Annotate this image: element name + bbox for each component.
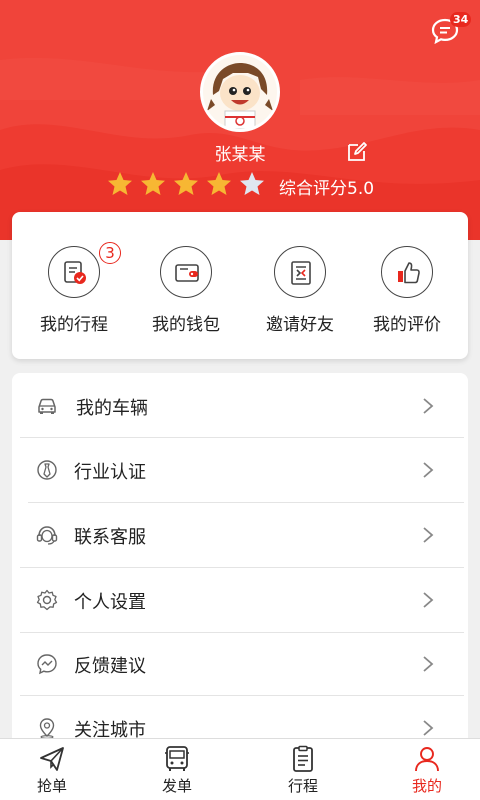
user-icon — [415, 747, 439, 772]
chevron-right-icon — [423, 527, 434, 543]
quick-action-label: 我的钱包 — [152, 315, 220, 335]
quick-action-reviews[interactable]: 我的评价 — [352, 246, 462, 346]
tab-grab-order[interactable]: 抢单 — [12, 745, 92, 799]
menu-item-label: 个人设置 — [74, 592, 146, 613]
tab-label: 抢单 — [36, 777, 67, 795]
location-icon — [39, 718, 55, 739]
gear-icon — [36, 589, 58, 611]
bus-icon — [165, 746, 189, 771]
quick-action-invite[interactable]: 邀请好友 — [245, 246, 355, 346]
quick-actions-card: 3 我的行程 我的钱包 邀请好友 我的评价 — [12, 212, 468, 359]
chevron-right-icon — [423, 720, 434, 736]
quick-action-wallet[interactable]: 我的钱包 — [131, 246, 241, 346]
bottom-tab-bar: 抢单 发单 行程 我的 — [0, 738, 480, 800]
username: 张某某 — [214, 145, 266, 165]
tab-label: 发单 — [161, 777, 192, 795]
feedback-icon — [37, 654, 57, 675]
clipboard-icon — [293, 745, 313, 772]
menu-item-label: 我的车辆 — [76, 398, 148, 419]
chevron-right-icon — [423, 592, 434, 608]
quick-action-label: 邀请好友 — [266, 315, 334, 335]
menu-item-vehicles[interactable]: 我的车辆 — [12, 374, 468, 438]
tab-trips[interactable]: 行程 — [263, 745, 343, 799]
thumbs-up-icon — [381, 246, 433, 298]
menu-item-label: 行业认证 — [74, 462, 146, 483]
star-filled-icon — [207, 172, 231, 195]
message-button[interactable]: 34 — [430, 12, 472, 50]
star-empty-icon — [240, 172, 264, 195]
invite-icon — [274, 246, 326, 298]
avatar-illustration — [203, 55, 277, 129]
quick-action-itinerary[interactable]: 3 我的行程 — [19, 242, 129, 346]
menu-item-certification[interactable]: 行业认证 — [12, 438, 468, 502]
tab-mine[interactable]: 我的 — [387, 745, 467, 799]
tab-label: 行程 — [287, 777, 318, 795]
itinerary-count-badge: 3 — [99, 242, 121, 264]
menu-item-label: 反馈建议 — [74, 656, 146, 677]
car-icon — [38, 398, 56, 414]
wallet-icon — [160, 246, 212, 298]
chevron-right-icon — [423, 462, 434, 478]
star-filled-icon — [174, 172, 198, 195]
message-count-badge: 34 — [450, 12, 472, 27]
rating-label: 综合评分5.0 — [279, 179, 375, 199]
paper-plane-icon — [40, 747, 64, 771]
headset-icon — [36, 526, 58, 545]
menu-item-customer-service[interactable]: 联系客服 — [12, 503, 468, 567]
tab-post-order[interactable]: 发单 — [137, 745, 217, 799]
star-filled-icon — [108, 172, 132, 195]
menu-item-feedback[interactable]: 反馈建议 — [12, 632, 468, 696]
itinerary-icon — [48, 246, 100, 298]
avatar[interactable] — [200, 52, 280, 132]
menu-item-personal-settings[interactable]: 个人设置 — [12, 568, 468, 632]
edit-icon[interactable] — [346, 141, 368, 163]
profile-header: 34 张某某 综合评分5.0 — [0, 0, 480, 240]
chevron-right-icon — [423, 398, 434, 414]
menu-item-label: 联系客服 — [74, 527, 146, 548]
chevron-right-icon — [423, 656, 434, 672]
tie-icon — [37, 460, 57, 480]
quick-action-label: 我的评价 — [373, 315, 441, 335]
quick-action-label: 我的行程 — [40, 315, 108, 335]
settings-menu: 我的车辆 行业认证 联系客服 个人设置 反馈建议 关注城市 — [12, 373, 468, 753]
star-filled-icon — [141, 172, 165, 195]
tab-label: 我的 — [411, 777, 442, 795]
